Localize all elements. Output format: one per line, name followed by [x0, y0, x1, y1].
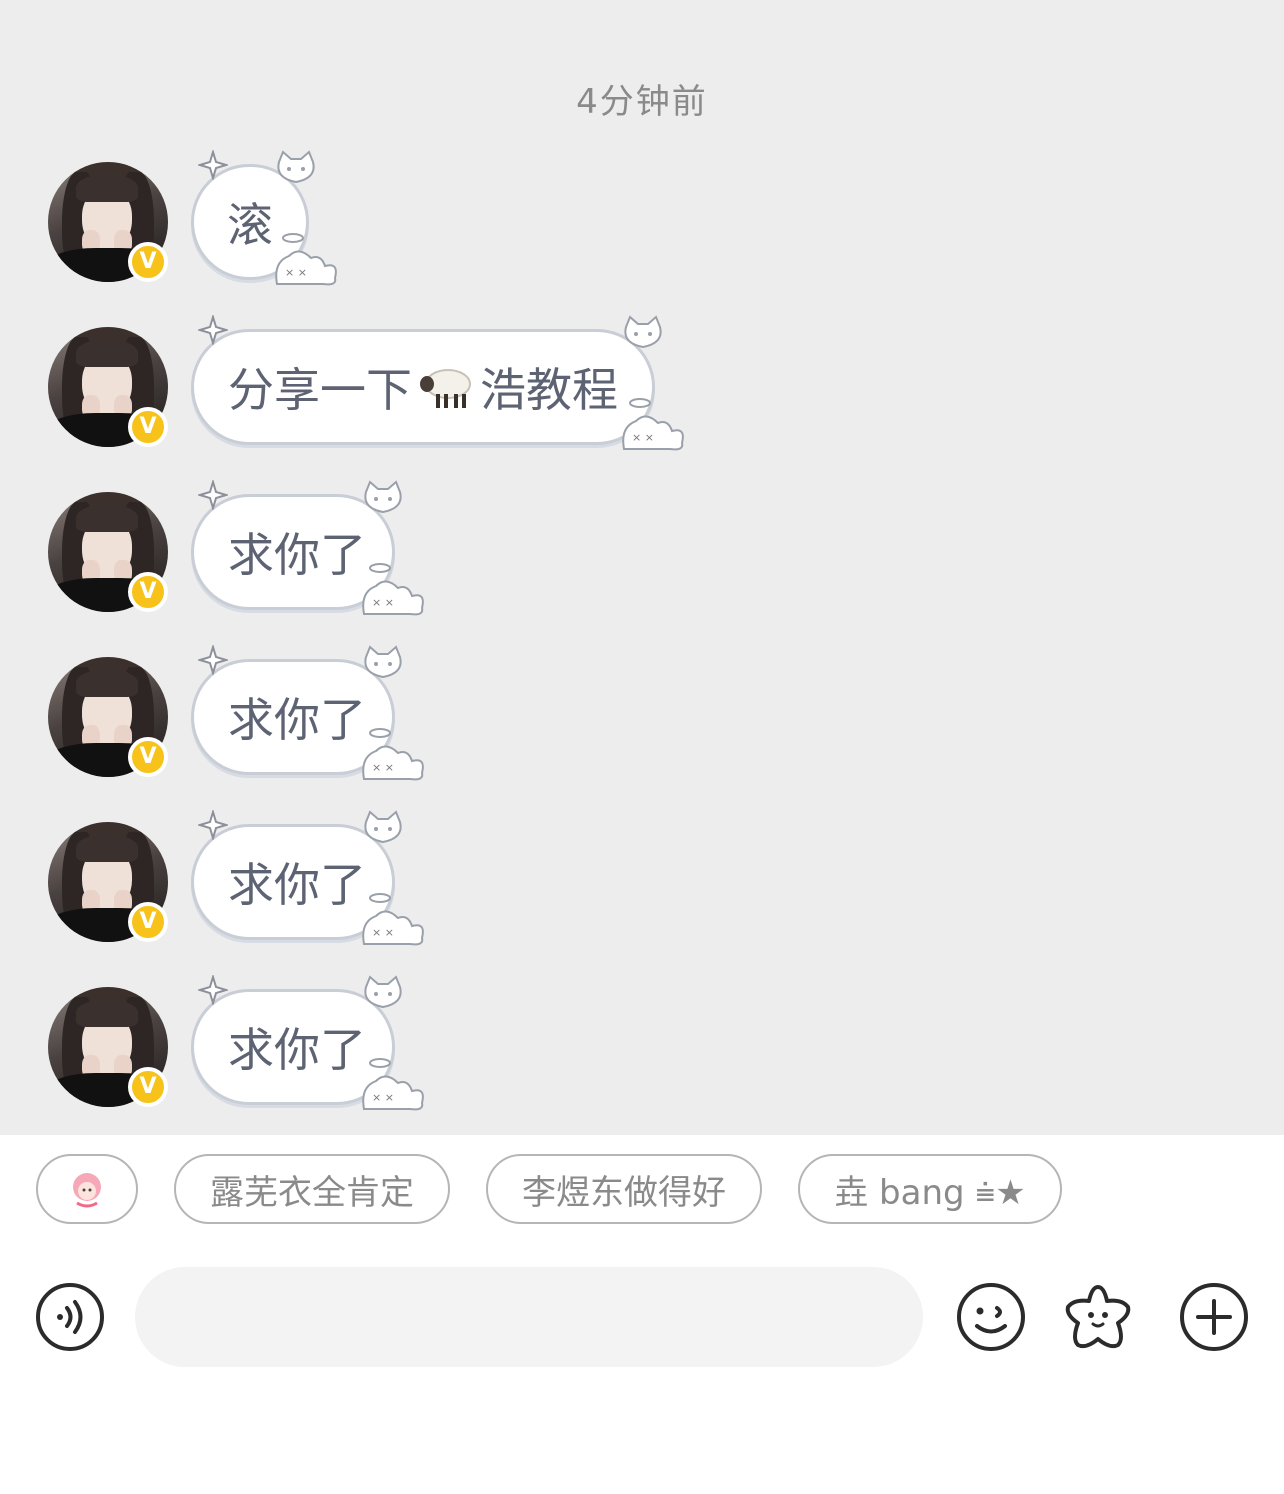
sparkle-icon [198, 810, 228, 840]
quick-reply-bar: 露芜衣全肯定 李煜东做得好 垚 bang ⩧★ [0, 1135, 1284, 1245]
quick-reply-chip[interactable]: 李煜东做得好 [486, 1154, 762, 1224]
sticker-star-icon[interactable] [1062, 1281, 1134, 1353]
sparkle-icon [198, 480, 228, 510]
sparkle-icon [198, 645, 228, 675]
cloud-ghost-icon: × × [275, 233, 337, 286]
message-text-before: 分享一下 [228, 363, 412, 417]
voice-icon[interactable] [34, 1281, 106, 1353]
verified-badge: V [128, 902, 168, 942]
svg-text:× ×: × × [632, 431, 654, 444]
svg-text:× ×: × × [372, 926, 394, 939]
sparkle-icon [198, 975, 228, 1005]
message-text: 求你了 [228, 528, 366, 582]
svg-text:× ×: × × [285, 266, 307, 279]
pink-sticker-icon [73, 1173, 101, 1208]
svg-text:× ×: × × [372, 596, 394, 609]
message-row: V 求你了 × × [48, 975, 948, 1112]
svg-text:× ×: × × [372, 761, 394, 774]
verified-badge: V [128, 242, 168, 282]
quick-reply-chip[interactable]: 垚 bang ⩧★ [798, 1154, 1062, 1224]
message-row: V 滚 × × [48, 150, 948, 287]
message-text: 求你了 [228, 858, 366, 912]
message-text: 求你了 [228, 693, 366, 747]
svg-text:× ×: × × [372, 1091, 394, 1104]
chat-area: 4分钟前 V 滚 × × V 分享一下 浩教程 × × V 求你了 × × V … [0, 0, 1284, 1135]
message-text: 求你了 [228, 1023, 366, 1077]
message-bubble[interactable]: 分享一下 浩教程 [191, 329, 655, 445]
cat-face-icon [364, 975, 402, 1009]
cat-face-icon [364, 645, 402, 679]
sparkle-icon [198, 315, 228, 345]
message-input[interactable] [135, 1267, 923, 1367]
cloud-ghost-icon: × × [622, 398, 684, 451]
verified-badge: V [128, 407, 168, 447]
cloud-ghost-icon: × × [362, 728, 424, 781]
message-text-after: 浩教程 [480, 363, 618, 417]
sheep-emoji-icon [418, 364, 474, 410]
verified-badge: V [128, 1067, 168, 1107]
message-row: V 求你了 × × [48, 810, 948, 947]
sparkle-icon [198, 150, 228, 180]
input-bar [0, 1245, 1284, 1494]
verified-badge: V [128, 572, 168, 612]
quick-reply-chip[interactable]: 露芜衣全肯定 [174, 1154, 450, 1224]
emoji-icon[interactable] [955, 1281, 1027, 1353]
cat-face-icon [624, 315, 662, 349]
message-row: V 求你了 × × [48, 645, 948, 782]
cloud-ghost-icon: × × [362, 563, 424, 616]
quick-reply-sticker[interactable] [36, 1154, 138, 1224]
cloud-ghost-icon: × × [362, 893, 424, 946]
cat-face-icon [364, 810, 402, 844]
cat-face-icon [277, 150, 315, 184]
cloud-ghost-icon: × × [362, 1058, 424, 1111]
message-text: 滚 [227, 198, 273, 252]
timestamp: 4分钟前 [576, 82, 708, 122]
verified-badge: V [128, 737, 168, 777]
message-row: V 分享一下 浩教程 × × [48, 315, 948, 452]
message-row: V 求你了 × × [48, 480, 948, 617]
plus-icon[interactable] [1178, 1281, 1250, 1353]
cat-face-icon [364, 480, 402, 514]
